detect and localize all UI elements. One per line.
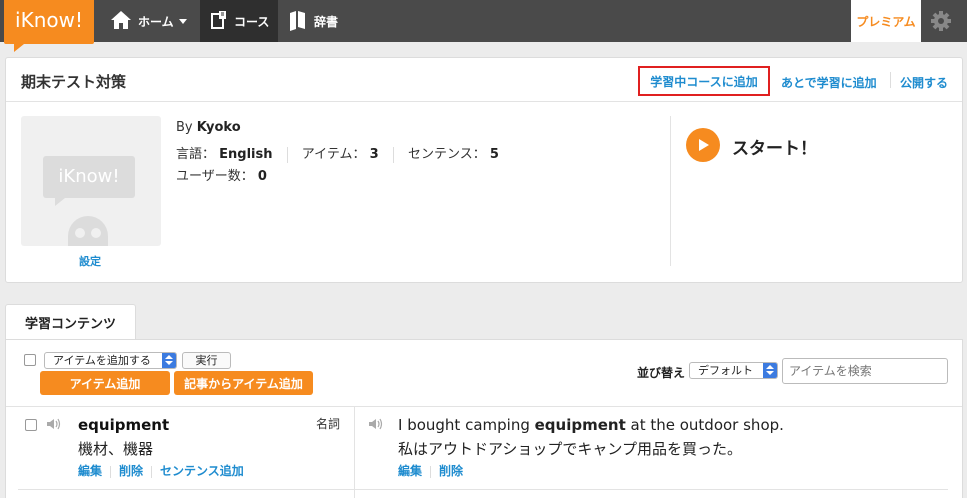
item-word: equipment: [78, 416, 170, 434]
item-actions: 編集 削除 センテンス追加: [78, 462, 244, 479]
course-icon: [210, 10, 228, 33]
add-to-studying-courses-button[interactable]: 学習中コースに追加: [638, 66, 770, 96]
logo-tail: [14, 44, 24, 52]
author-line: By Kyoko: [176, 120, 241, 135]
course-stats: 言語： English アイテム： 3 センテンス： 5: [176, 143, 499, 163]
items-label: アイテム：: [301, 147, 366, 162]
start-button-label[interactable]: スタート！: [732, 134, 817, 159]
play-icon[interactable]: [686, 128, 720, 162]
item-action-select[interactable]: アイテムを追加する: [44, 352, 177, 369]
sentence-text: at the outdoor shop.: [625, 416, 784, 434]
stat-divider: [286, 146, 288, 163]
speaker-icon[interactable]: [46, 418, 62, 430]
nav-course-label: コース: [234, 14, 270, 29]
users-count: 0: [257, 169, 267, 184]
sort-label: 並び替え: [637, 366, 686, 380]
delete-item-link[interactable]: 削除: [119, 464, 143, 478]
book-icon: [288, 9, 308, 34]
sentences-count: 5: [489, 147, 499, 162]
settings-link[interactable]: 設定: [79, 253, 101, 269]
item-checkbox[interactable]: [25, 419, 37, 431]
course-header: 期末テスト対策 学習中コースに追加 あとで学習に追加 公開する: [6, 58, 962, 102]
course-thumbnail[interactable]: iKnow!: [21, 116, 161, 246]
table-row-divider: [18, 489, 948, 490]
owl-icon: [68, 216, 108, 246]
chevron-down-icon: [178, 18, 187, 24]
by-label: By: [176, 120, 193, 135]
edit-sentence-link[interactable]: 編集: [398, 464, 422, 478]
publish-link[interactable]: 公開する: [900, 74, 948, 91]
sentence-text: I bought camping: [398, 416, 535, 434]
add-item-button[interactable]: アイテム追加: [40, 371, 170, 395]
sentences-label: センテンス：: [407, 147, 486, 162]
nav-dictionary[interactable]: 辞書: [288, 0, 358, 42]
stat-divider: [392, 146, 394, 163]
sentence-english: I bought camping equipment at the outdoo…: [398, 416, 784, 434]
nav-dictionary-label: 辞書: [314, 14, 339, 29]
tab-study-contents[interactable]: 学習コンテンツ: [5, 304, 136, 340]
sort-select[interactable]: デフォルト: [689, 362, 778, 379]
link-divider: [110, 465, 112, 478]
users-label: ユーザー数：: [176, 169, 254, 184]
home-icon: [110, 10, 132, 33]
speaker-icon[interactable]: [368, 418, 384, 430]
add-from-article-button[interactable]: 記事からアイテム追加: [174, 371, 313, 395]
premium-link[interactable]: プレミアム: [851, 0, 921, 42]
gear-icon[interactable]: [930, 10, 952, 32]
top-navigation: iKnow! ホーム コース 辞書 プレミアム: [0, 0, 967, 52]
items-count: 3: [369, 147, 379, 162]
course-panel: 期末テスト対策 学習中コースに追加 あとで学習に追加 公開する iKnow! 設…: [5, 57, 963, 283]
select-all-checkbox[interactable]: [24, 354, 36, 366]
part-of-speech: 名詞: [316, 417, 341, 431]
execute-button[interactable]: 実行: [182, 352, 231, 369]
language-label: 言語：: [176, 147, 216, 162]
users-line: ユーザー数： 0: [176, 165, 267, 184]
thumbnail-logo: iKnow!: [43, 156, 135, 198]
select-arrows-icon: [763, 363, 777, 378]
item-action-select-value: アイテムを追加する: [53, 354, 151, 367]
table-row-divider: [6, 406, 962, 407]
column-divider: [354, 407, 355, 498]
sentence-actions: 編集 削除: [398, 462, 463, 479]
thumbnail-logo-tail: [55, 198, 65, 206]
add-later-link[interactable]: あとで学習に追加: [781, 74, 877, 91]
add-sentence-link[interactable]: センテンス追加: [160, 464, 244, 478]
item-search-input[interactable]: [782, 358, 948, 384]
language-value: English: [219, 147, 273, 162]
nav-home[interactable]: ホーム: [110, 0, 200, 42]
panel-divider: [670, 116, 671, 266]
sentence-highlight: equipment: [534, 416, 626, 434]
item-meaning: 機材、機器: [78, 440, 154, 458]
edit-item-link[interactable]: 編集: [78, 464, 102, 478]
nav-home-label: ホーム: [138, 14, 174, 29]
iknow-logo[interactable]: iKnow!: [4, 0, 94, 44]
author-name[interactable]: Kyoko: [197, 120, 241, 135]
course-title: 期末テスト対策: [21, 73, 127, 91]
sort-select-value: デフォルト: [698, 364, 753, 377]
header-divider: [890, 72, 891, 88]
sentence-japanese: 私はアウトドアショップでキャンプ用品を買った。: [398, 440, 742, 458]
select-arrows-icon: [162, 353, 176, 368]
link-divider: [430, 465, 432, 478]
nav-course[interactable]: コース: [200, 0, 278, 42]
link-divider: [151, 465, 153, 478]
delete-sentence-link[interactable]: 削除: [439, 464, 463, 478]
